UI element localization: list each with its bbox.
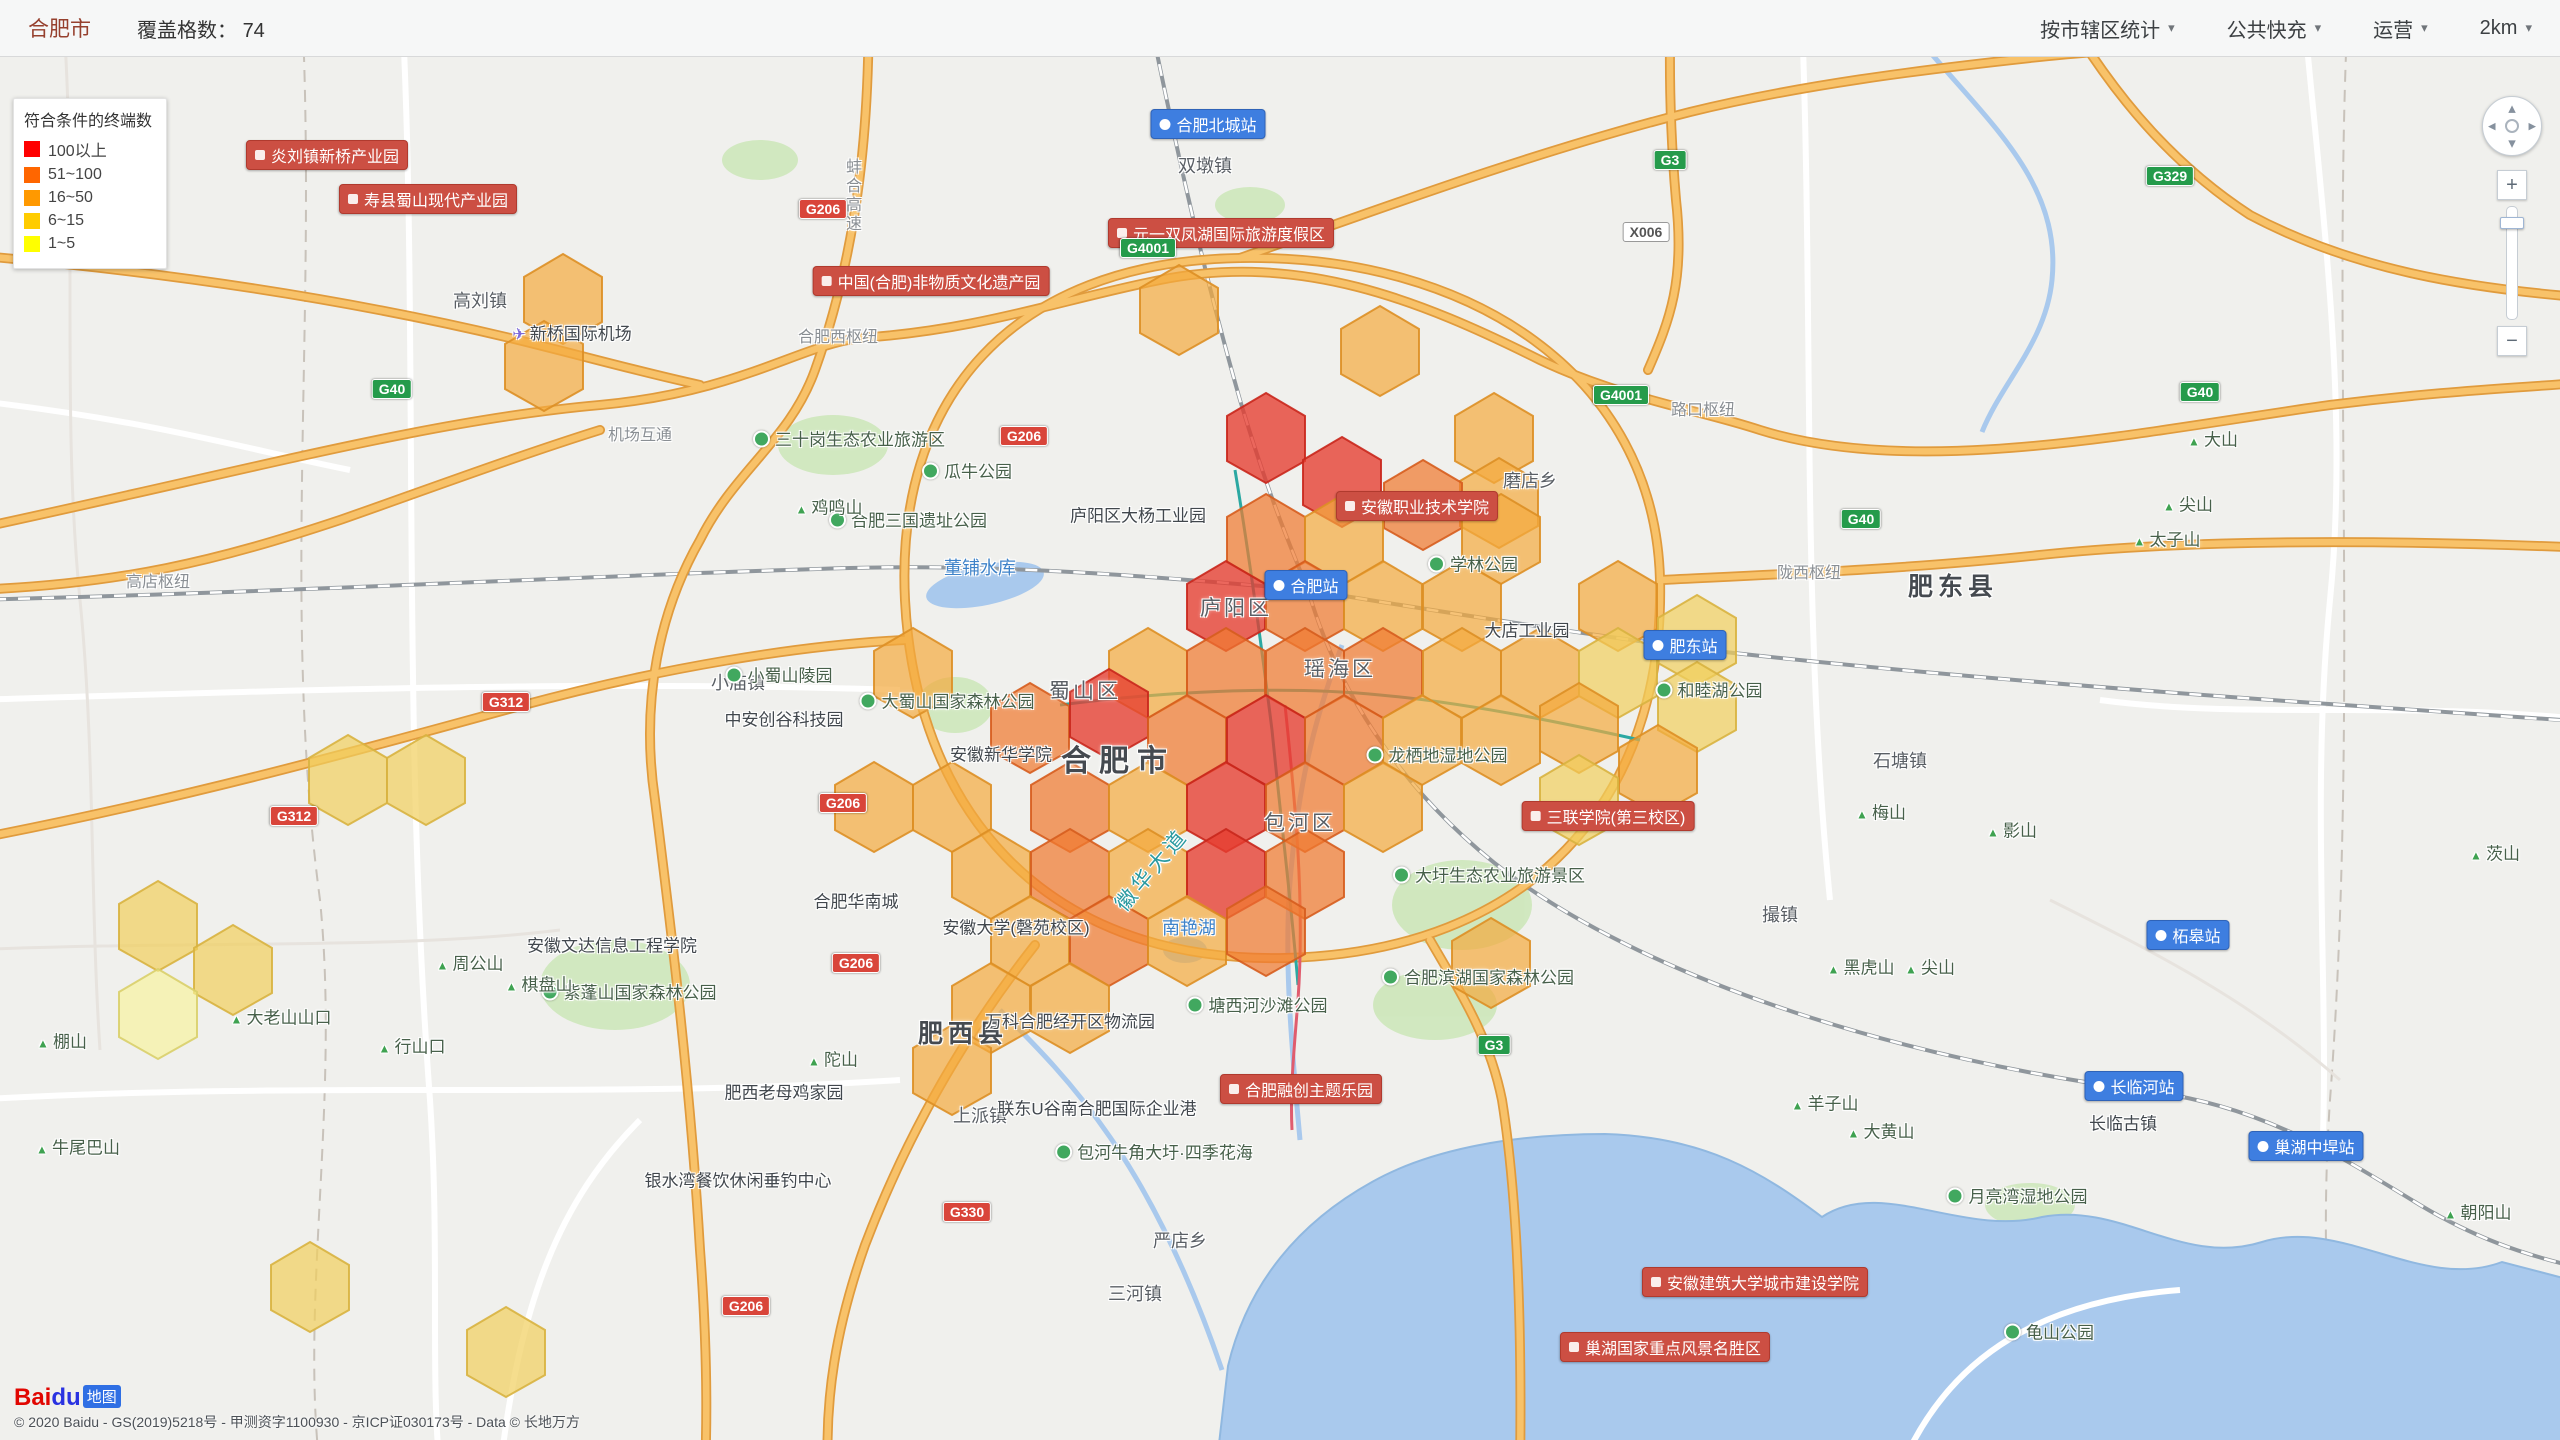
logo-du: du [51,1384,80,1411]
menu-label: 公共快充 [2227,14,2307,43]
menu-public-fast-charge[interactable]: 公共快充 ▾ [2227,14,2322,43]
map-canvas[interactable]: 合肥市肥东县肥西县庐阳区瑶海区蜀山区包河区三河镇小庙镇撮镇高刘镇岗集镇双墩镇磨店… [0,0,2560,1440]
zoom-out-button[interactable]: − [2497,326,2527,356]
menu-grid-size[interactable]: 2km ▾ [2480,17,2532,40]
coverage-value: 74 [243,20,265,42]
logo-bai: Bai [14,1384,51,1411]
menu-label: 2km [2480,17,2518,40]
city-name: 合肥市 [28,13,91,43]
pan-down-button[interactable]: ▾ [2508,136,2516,151]
pan-up-button[interactable]: ▴ [2508,101,2516,116]
menu-label: 运营 [2373,14,2413,43]
top-bar: 合肥市 覆盖格数： 74 按市辖区统计 ▾ 公共快充 ▾ 运营 ▾ 2km ▾ [0,0,2560,57]
legend-title: 符合条件的终端数 [24,107,152,131]
menu-operation[interactable]: 运营 ▾ [2373,14,2428,43]
legend-label: 6~15 [48,212,84,230]
zoom-slider[interactable] [2506,206,2518,320]
legend-swatch [24,236,40,252]
toolbar-menus: 按市辖区统计 ▾ 公共快充 ▾ 运营 ▾ 2km ▾ [2040,14,2532,43]
legend-label: 1~5 [48,235,75,253]
pan-center-icon [2505,119,2519,133]
legend-swatch [24,167,40,183]
menu-label: 按市辖区统计 [2040,14,2160,43]
logo-map-chip: 地图 [83,1385,121,1408]
pan-right-button[interactable]: ▸ [2528,119,2536,134]
pan-control[interactable]: ▴ ▾ ◂ ▸ [2482,96,2542,156]
legend-label: 16~50 [48,189,93,207]
pan-left-button[interactable]: ◂ [2488,119,2496,134]
chevron-down-icon: ▾ [2315,20,2322,36]
zoom-in-button[interactable]: + [2497,170,2527,200]
legend-swatch [24,190,40,206]
legend-panel: 符合条件的终端数 100以上 51~100 16~50 6~15 1~5 [13,98,167,269]
legend-label: 51~100 [48,166,102,184]
legend-swatch [24,213,40,229]
legend-item: 1~5 [24,235,152,253]
zoom-slider-handle[interactable] [2500,217,2524,229]
baidu-logo: Baidu地图 [14,1384,121,1412]
chevron-down-icon: ▾ [2421,20,2428,36]
legend-item: 6~15 [24,212,152,230]
map-nav-control: ▴ ▾ ◂ ▸ + − [2482,96,2542,356]
coverage-count: 覆盖格数： 74 [137,14,265,43]
legend-label: 100以上 [48,137,107,161]
map-attribution: © 2020 Baidu - GS(2019)5218号 - 甲测资字11009… [14,1412,580,1432]
legend-item: 16~50 [24,189,152,207]
menu-district-stats[interactable]: 按市辖区统计 ▾ [2040,14,2175,43]
coverage-label: 覆盖格数： [137,20,237,42]
chevron-down-icon: ▾ [2525,20,2532,36]
legend-item: 100以上 [24,137,152,161]
legend-swatch [24,141,40,157]
chevron-down-icon: ▾ [2168,20,2175,36]
legend-item: 51~100 [24,166,152,184]
